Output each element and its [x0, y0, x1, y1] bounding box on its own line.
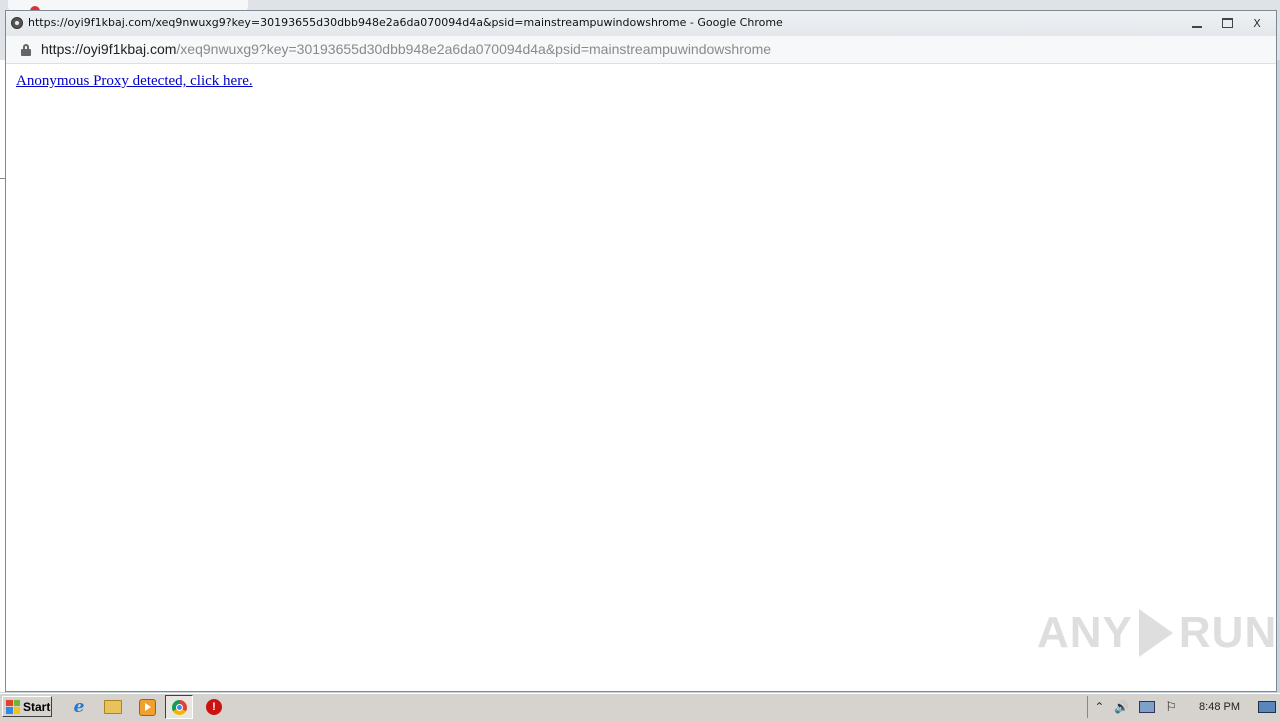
watermark-left: ANY: [1037, 608, 1133, 657]
anyrun-watermark: ANY RUN: [1037, 608, 1277, 658]
proxy-detected-link[interactable]: Anonymous Proxy detected, click here.: [16, 73, 253, 90]
lock-icon[interactable]: [21, 44, 31, 56]
close-icon: X: [1253, 16, 1261, 30]
address-bar[interactable]: https://oyi9f1kbaj.com/xeq9nwuxg9?key=30…: [6, 36, 1276, 64]
close-button[interactable]: X: [1242, 13, 1272, 33]
security-alert-icon[interactable]: !: [205, 698, 223, 716]
chrome-popup-window: https://oyi9f1kbaj.com/xeq9nwuxg9?key=30…: [5, 10, 1277, 692]
window-controls: X: [1182, 13, 1272, 33]
show-desktop-button[interactable]: [1258, 701, 1276, 713]
media-player-icon[interactable]: [138, 698, 156, 716]
url-path: /xeq9nwuxg9?key=30193655d30dbb948e2a6da0…: [176, 41, 772, 57]
internet-explorer-icon[interactable]: e: [70, 697, 88, 717]
windows-logo-icon: [6, 699, 20, 714]
tray-expand-icon[interactable]: ⌃: [1094, 700, 1104, 714]
taskbar: Start e ! ⌃ 🔊 ⚐ 8:48 PM: [0, 693, 1280, 721]
maximize-icon: [1221, 18, 1233, 28]
network-icon[interactable]: [1139, 701, 1156, 713]
start-label: Start: [23, 699, 51, 714]
window-title: https://oyi9f1kbaj.com/xeq9nwuxg9?key=30…: [28, 16, 783, 29]
title-bar[interactable]: https://oyi9f1kbaj.com/xeq9nwuxg9?key=30…: [6, 11, 1276, 37]
url-text[interactable]: https://oyi9f1kbaj.com/xeq9nwuxg9?key=30…: [41, 41, 771, 57]
clock[interactable]: 8:48 PM: [1199, 701, 1240, 713]
volume-icon[interactable]: 🔊: [1114, 700, 1129, 714]
start-button[interactable]: Start: [2, 696, 52, 717]
system-tray: ⌃ 🔊 ⚐ 8:48 PM: [1087, 696, 1280, 718]
minimize-button[interactable]: [1182, 13, 1212, 33]
play-icon: [1138, 609, 1173, 657]
watermark-right: RUN: [1178, 608, 1278, 657]
file-explorer-icon[interactable]: [104, 698, 122, 716]
chrome-icon: [171, 699, 187, 715]
chrome-app-icon: [11, 17, 23, 29]
taskbar-chrome-button[interactable]: [165, 695, 193, 719]
page-content: Anonymous Proxy detected, click here.: [6, 64, 1276, 691]
url-domain: https://oyi9f1kbaj.com: [41, 41, 177, 57]
minimize-icon: [1192, 24, 1202, 28]
action-center-flag-icon[interactable]: ⚐: [1165, 700, 1177, 715]
maximize-button[interactable]: [1212, 13, 1242, 33]
